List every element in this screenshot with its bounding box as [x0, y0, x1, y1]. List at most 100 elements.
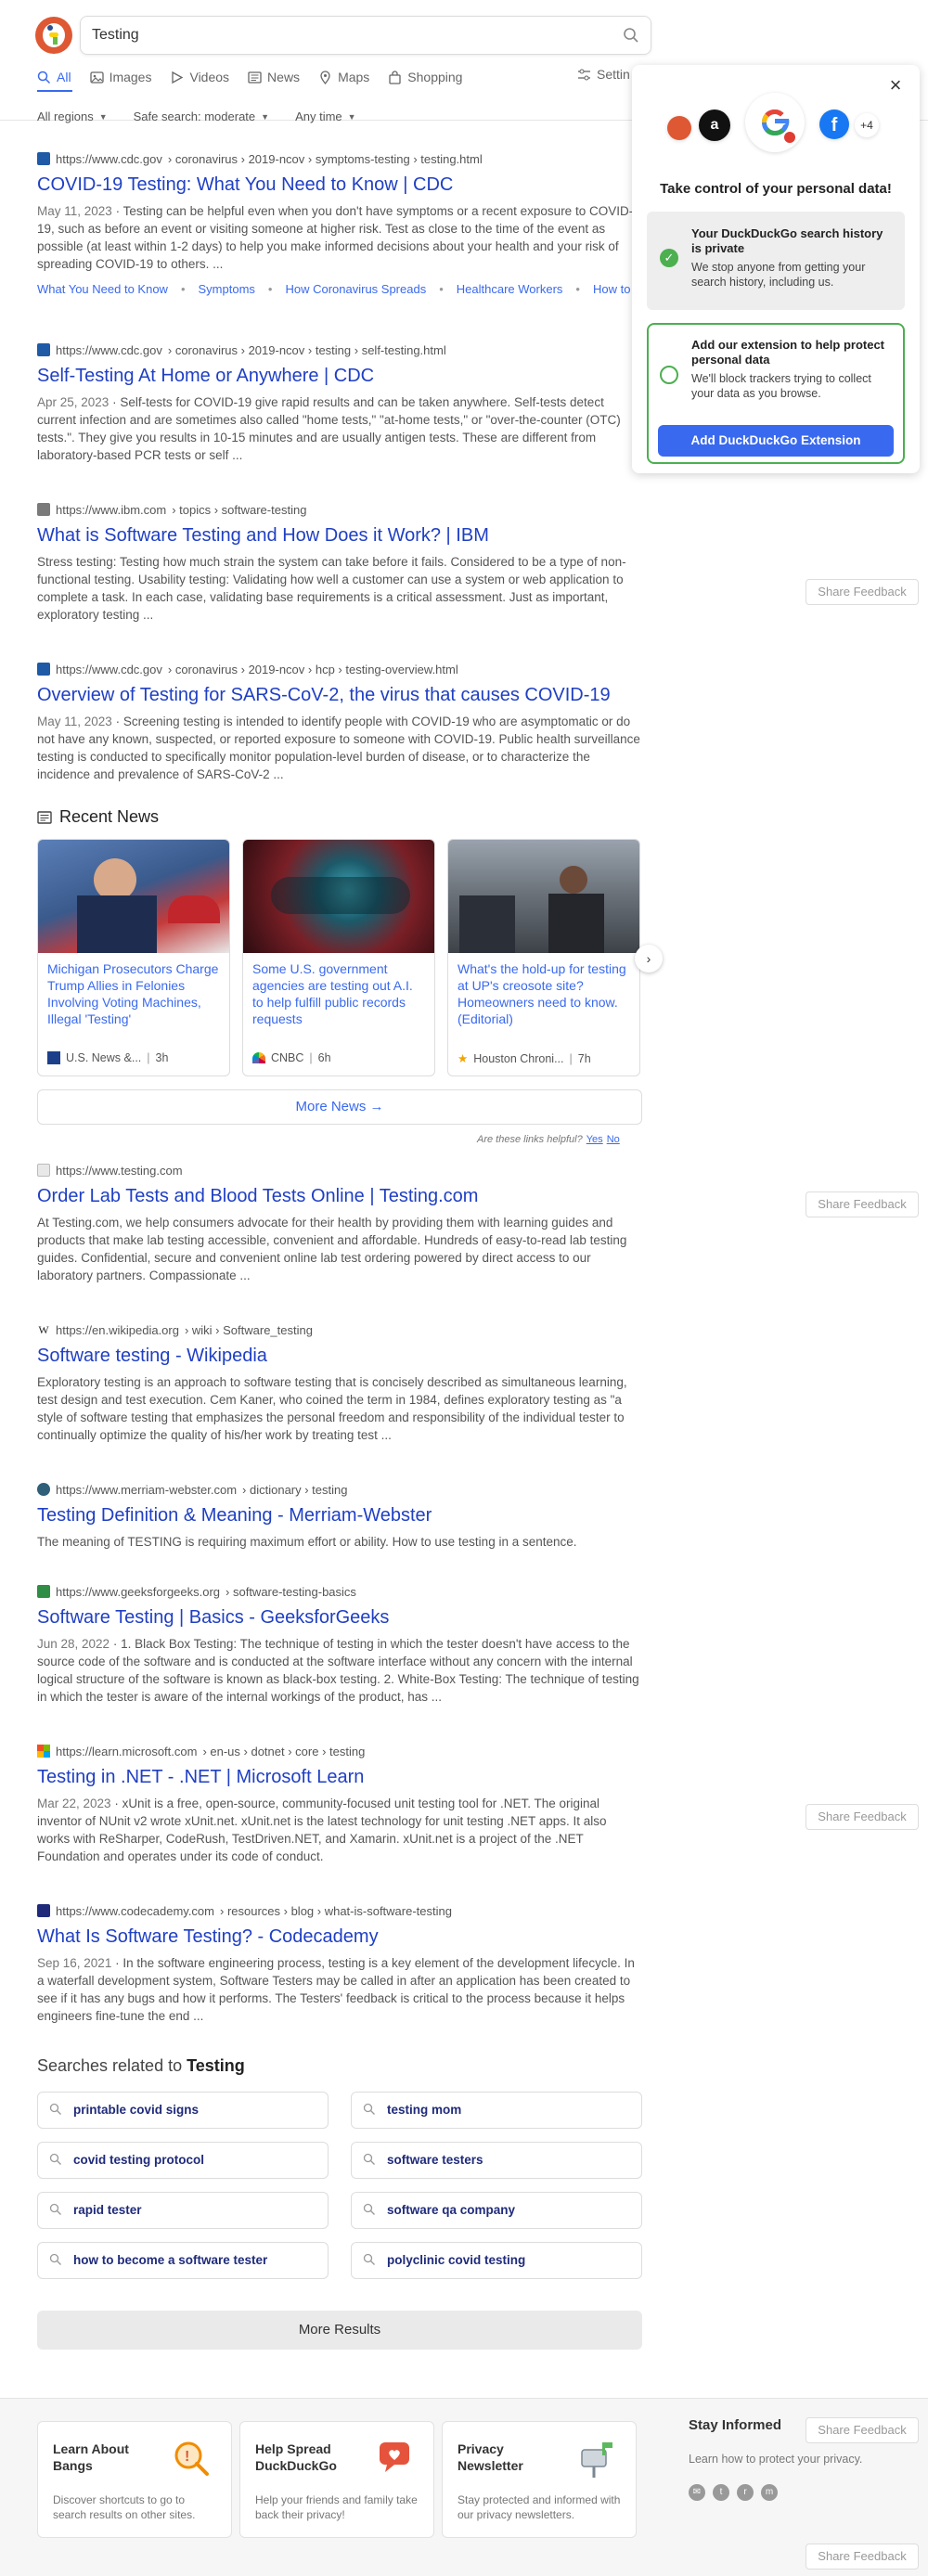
footer-card-spread[interactable]: Help Spread DuckDuckGo Help your friends…	[239, 2421, 434, 2538]
merriam-webster-favicon	[37, 1483, 50, 1496]
news-title[interactable]: Some U.S. government agencies are testin…	[252, 960, 427, 1027]
sitelink[interactable]: What You Need to Know	[37, 282, 168, 296]
sitelink[interactable]: Healthcare Workers	[457, 282, 563, 296]
news-card[interactable]: What's the hold-up for testing at UP's c…	[447, 839, 640, 1076]
result-url[interactable]: https://www.codecademy.com › resources › …	[37, 1902, 640, 1919]
result-domain: https://en.wikipedia.org	[56, 1322, 179, 1337]
result-title[interactable]: Testing Definition & Meaning - Merriam-W…	[37, 1503, 640, 1527]
result-snippet: The meaning of TESTING is requiring maxi…	[37, 1535, 577, 1549]
share-feedback-button[interactable]: Share Feedback	[806, 2544, 919, 2570]
related-search-item[interactable]: polyclinic covid testing	[351, 2242, 642, 2279]
result-snippet: May 11, 2023 · Screening testing is inte…	[37, 715, 640, 781]
search-box[interactable]: Testing	[80, 16, 651, 55]
result-url[interactable]: Whttps://en.wikipedia.org › wiki › Softwa…	[37, 1321, 640, 1338]
settings-tab[interactable]: Settin	[577, 67, 630, 82]
search-icon	[363, 2253, 375, 2265]
tab-label: Shopping	[407, 70, 463, 84]
tab-news[interactable]: News	[248, 67, 300, 87]
result-title[interactable]: Software Testing | Basics - GeeksforGeek…	[37, 1605, 640, 1629]
result-snippet: Exploratory testing is an approach to so…	[37, 1375, 627, 1442]
result-url[interactable]: https://learn.microsoft.com › en-us › dot…	[37, 1743, 640, 1759]
caret-down-icon: ▼	[98, 111, 108, 122]
geeksforgeeks-favicon	[37, 1585, 50, 1598]
related-search-item[interactable]: rapid tester	[37, 2192, 329, 2229]
region-filter[interactable]: All regions ▼	[37, 109, 108, 123]
cdc-favicon	[37, 343, 50, 356]
tab-all[interactable]: All	[37, 67, 71, 87]
search-result: https://www.ibm.com › topics › software-t…	[37, 501, 640, 624]
more-results-button[interactable]: More Results	[37, 2311, 642, 2350]
duckduckgo-logo[interactable]	[35, 17, 72, 54]
related-search-item[interactable]: covid testing protocol	[37, 2142, 329, 2179]
related-search-label: printable covid signs	[73, 2103, 200, 2117]
search-icon[interactable]	[623, 27, 639, 44]
news-image	[448, 840, 639, 953]
news-title[interactable]: Michigan Prosecutors Charge Trump Allies…	[47, 960, 222, 1027]
share-feedback-button[interactable]: Share Feedback	[806, 2417, 919, 2443]
tab-maps[interactable]: Maps	[318, 67, 369, 87]
tab-images[interactable]: Images	[89, 67, 151, 87]
result-title[interactable]: Self-Testing At Home or Anywhere | CDC	[37, 364, 640, 388]
arrow-right-icon: →	[369, 1099, 384, 1114]
private-history-text: We stop anyone from getting your search …	[691, 261, 866, 289]
related-search-item[interactable]: printable covid signs	[37, 2092, 329, 2129]
result-title[interactable]: Order Lab Tests and Blood Tests Online |…	[37, 1184, 640, 1208]
result-url[interactable]: https://www.geeksforgeeks.org › software-…	[37, 1583, 640, 1600]
more-news-button[interactable]: More News →	[37, 1089, 642, 1125]
result-title[interactable]: Software testing - Wikipedia	[37, 1344, 640, 1368]
time-filter[interactable]: Any time ▼	[295, 109, 356, 123]
result-url[interactable]: https://www.merriam-webster.com › diction…	[37, 1481, 640, 1498]
footer-card-bangs[interactable]: Learn About Bangs Discover shortcuts to …	[37, 2421, 232, 2538]
footer-card-newsletter[interactable]: Privacy Newsletter Stay protected and in…	[442, 2421, 637, 2538]
result-url[interactable]: https://www.cdc.gov › coronavirus › 2019-…	[37, 661, 640, 677]
helpful-no-link[interactable]: No	[607, 1134, 620, 1145]
related-search-item[interactable]: software testers	[351, 2142, 642, 2179]
search-result: https://learn.microsoft.com › en-us › dot…	[37, 1743, 640, 1865]
sitelink[interactable]: How Coronavirus Spreads	[285, 282, 426, 296]
mastodon-icon[interactable]: m	[761, 2484, 778, 2501]
result-url[interactable]: https://www.cdc.gov › coronavirus › 2019-…	[37, 341, 640, 358]
related-search-item[interactable]: testing mom	[351, 2092, 642, 2129]
result-url[interactable]: https://www.ibm.com › topics › software-t…	[37, 501, 640, 518]
image-icon	[89, 71, 104, 84]
amazon-logo-icon: a	[699, 109, 730, 141]
twitter-icon[interactable]: t	[713, 2484, 729, 2501]
news-card[interactable]: Some U.S. government agencies are testin…	[242, 839, 435, 1076]
result-snippet-text: Self-tests for COVID-19 give rapid resul…	[37, 395, 621, 462]
share-feedback-button[interactable]: Share Feedback	[806, 1191, 919, 1217]
search-result: https://www.cdc.gov › coronavirus › 2019-…	[37, 661, 640, 783]
result-url[interactable]: https://www.cdc.gov › coronavirus › 2019-…	[37, 150, 640, 167]
related-search-item[interactable]: software qa company	[351, 2192, 642, 2229]
add-extension-button[interactable]: Add DuckDuckGo Extension	[658, 425, 894, 457]
cdc-favicon	[37, 663, 50, 676]
reddit-icon[interactable]: r	[737, 2484, 754, 2501]
chevron-right-icon[interactable]: ›	[635, 945, 663, 972]
result-path: › wiki › Software_testing	[184, 1322, 313, 1337]
news-title[interactable]: What's the hold-up for testing at UP's c…	[458, 960, 632, 1027]
tab-videos[interactable]: Videos	[170, 67, 229, 87]
sitelink[interactable]: Symptoms	[199, 282, 255, 296]
safe-search-filter[interactable]: Safe search: moderate ▼	[134, 109, 269, 123]
result-url[interactable]: https://www.testing.com	[37, 1162, 640, 1179]
search-icon	[49, 2253, 61, 2265]
email-icon[interactable]: ✉	[689, 2484, 705, 2501]
result-title[interactable]: Testing in .NET - .NET | Microsoft Learn	[37, 1765, 640, 1789]
result-date: Sep 16, 2021	[37, 1956, 112, 1970]
related-search-item[interactable]: how to become a software tester	[37, 2242, 329, 2279]
close-icon[interactable]: ×	[886, 75, 905, 96]
news-card[interactable]: Michigan Prosecutors Charge Trump Allies…	[37, 839, 230, 1076]
result-title[interactable]: What is Software Testing and How Does it…	[37, 523, 640, 547]
result-title[interactable]: COVID-19 Testing: What You Need to Know …	[37, 173, 640, 197]
search-input[interactable]: Testing	[92, 17, 139, 54]
related-term: Testing	[187, 2056, 245, 2075]
result-date: May 11, 2023	[37, 204, 112, 218]
helpful-yes-link[interactable]: Yes	[586, 1134, 603, 1145]
magnifier-bang-icon: !	[174, 2441, 209, 2476]
result-title[interactable]: Overview of Testing for SARS-CoV-2, the …	[37, 683, 640, 707]
tab-shopping[interactable]: Shopping	[388, 67, 462, 87]
result-title[interactable]: What Is Software Testing? - Codecademy	[37, 1925, 640, 1949]
share-feedback-button[interactable]: Share Feedback	[806, 579, 919, 605]
share-feedback-button[interactable]: Share Feedback	[806, 1804, 919, 1830]
result-domain: https://www.cdc.gov	[56, 342, 162, 357]
news-age: 7h	[577, 1051, 591, 1065]
